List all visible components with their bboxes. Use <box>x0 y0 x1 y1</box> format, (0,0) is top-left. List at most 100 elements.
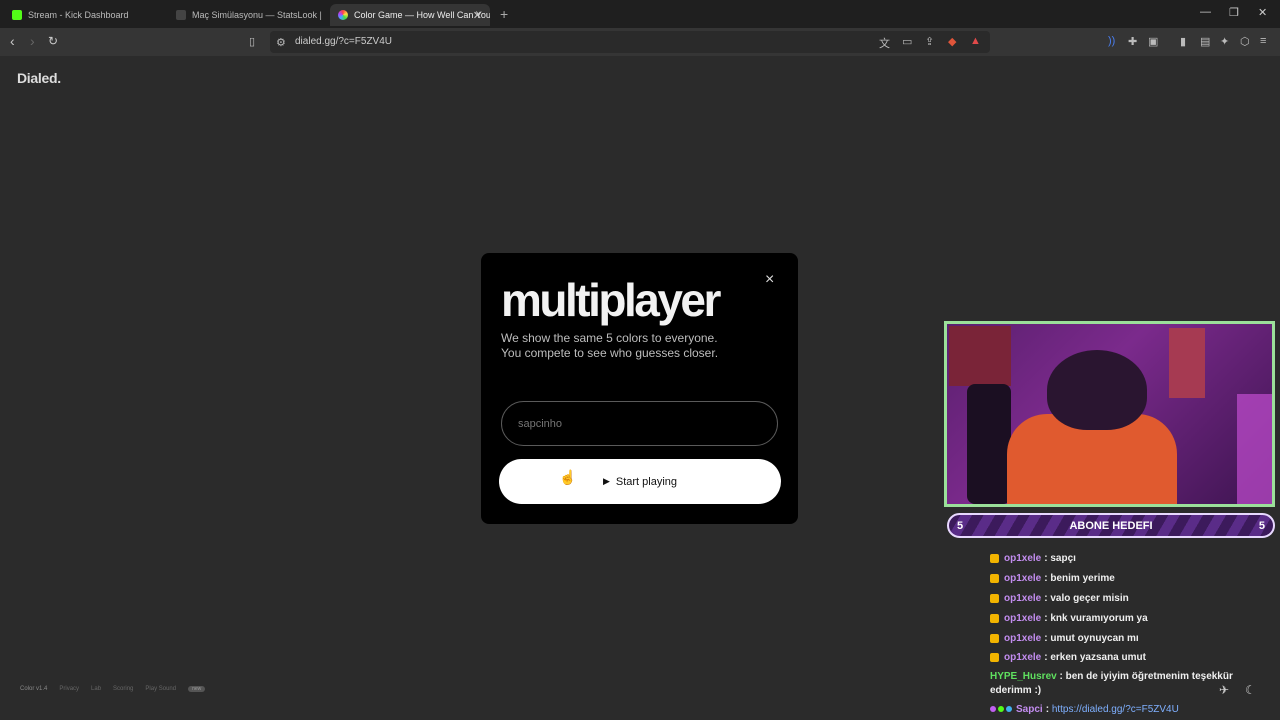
chat-username: op1xele <box>1004 573 1042 585</box>
chat-username: op1xele <box>1004 553 1042 565</box>
footer-link-lab[interactable]: Lab <box>91 686 101 692</box>
new-badge: new <box>188 686 206 692</box>
light-glow <box>1237 394 1272 504</box>
url-text: dialed.gg/?c=F5ZV4U <box>295 36 393 47</box>
vpn-icon[interactable]: ⬡ <box>1240 35 1250 48</box>
brave-rewards-icon[interactable]: ▲ <box>970 35 981 47</box>
goal-current: 5 <box>957 519 964 532</box>
subtitle-line: We show the same 5 colors to everyone. <box>501 331 718 345</box>
chat-message: op1xele: benim yerime <box>990 569 1270 589</box>
chat-link[interactable]: https://dialed.gg/?c=F5ZV4U <box>1052 704 1179 715</box>
chat-username: HYPE_Husrev <box>990 670 1057 682</box>
wall-rug <box>949 326 1011 386</box>
chat-message: op1xele: umut oynuycan mı <box>990 628 1270 648</box>
back-icon[interactable]: ‹ <box>10 33 15 49</box>
chat-username: op1xele <box>1004 592 1042 604</box>
menu-icon[interactable]: ≡ <box>1260 35 1266 47</box>
hand-cursor-icon: ☝ <box>559 469 577 485</box>
version-label: Color v1.4 <box>20 686 48 692</box>
tab-kick-dashboard[interactable]: Stream - Kick Dashboard <box>4 4 164 26</box>
chat-text: : valo geçer misin <box>1044 592 1129 604</box>
translate-icon[interactable]: 文 <box>879 35 890 51</box>
webcam-feed <box>944 321 1275 507</box>
audio-icon[interactable]: )) <box>1108 35 1115 47</box>
forward-icon[interactable]: › <box>30 33 35 49</box>
crown-badge-icon <box>990 633 999 643</box>
subscriber-goal-bar: 5 ABONE HEDEFI 5 <box>947 513 1275 538</box>
new-tab-button[interactable]: + <box>500 6 508 22</box>
chat-message: op1xele: sapçı <box>990 549 1270 569</box>
share-icon[interactable]: ⇪ <box>925 35 934 48</box>
multiplayer-modal: × multiplayer We show the same 5 colors … <box>481 253 798 524</box>
close-window-icon[interactable]: ✕ <box>1258 6 1267 19</box>
chat-message: op1xele: valo geçer misin <box>990 589 1270 609</box>
start-playing-label: Start playing <box>615 475 678 488</box>
subtitle-line: You compete to see who guesses closer. <box>501 346 719 360</box>
pin-icon[interactable]: ✈ <box>1219 683 1229 697</box>
chat-text: : umut oynuycan mı <box>1044 632 1139 644</box>
extensions-icon[interactable]: ✚ <box>1128 35 1137 48</box>
leo-ai-icon[interactable]: ✦ <box>1220 35 1229 48</box>
wallet-icon[interactable]: ▣ <box>1148 35 1158 48</box>
badge-icon <box>1006 706 1012 713</box>
reload-icon[interactable]: ↻ <box>48 34 58 48</box>
crown-badge-icon <box>990 613 999 623</box>
crown-badge-icon <box>990 653 999 663</box>
maximize-icon[interactable]: ❐ <box>1229 6 1239 19</box>
chat-username: Sapci <box>1016 703 1043 715</box>
user-badges <box>990 706 1012 713</box>
goal-target: 5 <box>1258 519 1265 532</box>
goal-title: ABONE HEDEFI <box>1069 519 1153 532</box>
gaming-chair <box>967 384 1011 504</box>
chat-message: Sapci : https://dialed.gg/?c=F5ZV4U <box>990 704 1270 715</box>
moon-icon[interactable]: ☾ <box>1245 683 1256 697</box>
tab-statslook[interactable]: Maç Simülasyonu — StatsLook | Stats <box>168 4 324 26</box>
crown-badge-icon <box>990 554 999 564</box>
close-tab-icon[interactable]: ✕ <box>473 9 482 22</box>
kick-favicon-icon <box>12 10 22 20</box>
site-info-icon[interactable]: ⚙ <box>276 36 286 49</box>
bookmark-icon[interactable]: ▯ <box>249 35 255 48</box>
badge-icon <box>998 706 1004 713</box>
chat-message: op1xele: erken yazsana umut <box>990 648 1270 668</box>
chat-text: : sapçı <box>1044 553 1076 565</box>
jersey-on-wall <box>1169 328 1205 398</box>
footer-link-scoring[interactable]: Scoring <box>113 686 133 692</box>
tab-title: Maç Simülasyonu — StatsLook | Stats <box>192 10 324 20</box>
chat-separator: : <box>1045 703 1050 715</box>
chat-username: op1xele <box>1004 612 1042 624</box>
cast-icon[interactable]: ▭ <box>902 35 912 48</box>
statslook-favicon-icon <box>176 10 186 20</box>
chat-text: : benim yerime <box>1044 573 1115 585</box>
brave-shield-icon[interactable]: ◆ <box>948 35 956 48</box>
tab-color-game[interactable]: Color Game — How Well Can You ✕ <box>330 4 490 26</box>
tab-title: Stream - Kick Dashboard <box>28 10 129 20</box>
footer: Color v1.4 Privacy Lab Scoring Play Soun… <box>20 686 206 692</box>
chat-text: : erken yazsana umut <box>1044 652 1146 664</box>
close-icon[interactable]: × <box>765 271 774 289</box>
player-name-input[interactable] <box>501 401 778 446</box>
site-logo[interactable]: Dialed. <box>17 70 61 86</box>
minimize-icon[interactable]: — <box>1200 6 1211 18</box>
footer-link-privacy[interactable]: Privacy <box>59 686 79 692</box>
streamer-head <box>1047 350 1147 430</box>
tab-title: Color Game — How Well Can You <box>354 10 490 20</box>
chat-username: op1xele <box>1004 652 1042 664</box>
crown-badge-icon <box>990 574 999 584</box>
play-icon: ▶ <box>602 476 610 486</box>
address-bar[interactable]: ⚙ dialed.gg/?c=F5ZV4U 文 ▭ ⇪ ◆ ▲ <box>270 31 990 53</box>
modal-subtitle: We show the same 5 colors to everyone. Y… <box>501 331 761 361</box>
crown-badge-icon <box>990 593 999 603</box>
sidebar-icon[interactable]: ▮ <box>1180 35 1186 48</box>
start-playing-button[interactable]: ▶ Start playing <box>499 459 781 504</box>
footer-link-play-sound[interactable]: Play Sound <box>145 686 176 692</box>
reading-list-icon[interactable]: ▤ <box>1200 35 1210 48</box>
chat-message: op1xele: knk vuramıyorum ya <box>990 608 1270 628</box>
browser-toolbar: ‹ › ↻ ▯ ⚙ dialed.gg/?c=F5ZV4U 文 ▭ ⇪ ◆ ▲ … <box>0 28 1280 56</box>
modal-title: multiplayer <box>501 274 721 326</box>
color-game-favicon-icon <box>338 10 348 20</box>
badge-icon <box>990 706 996 713</box>
tab-bar: Stream - Kick Dashboard Maç Simülasyonu … <box>0 0 1280 28</box>
chat-text: : knk vuramıyorum ya <box>1044 612 1148 624</box>
chat-username: op1xele <box>1004 632 1042 644</box>
